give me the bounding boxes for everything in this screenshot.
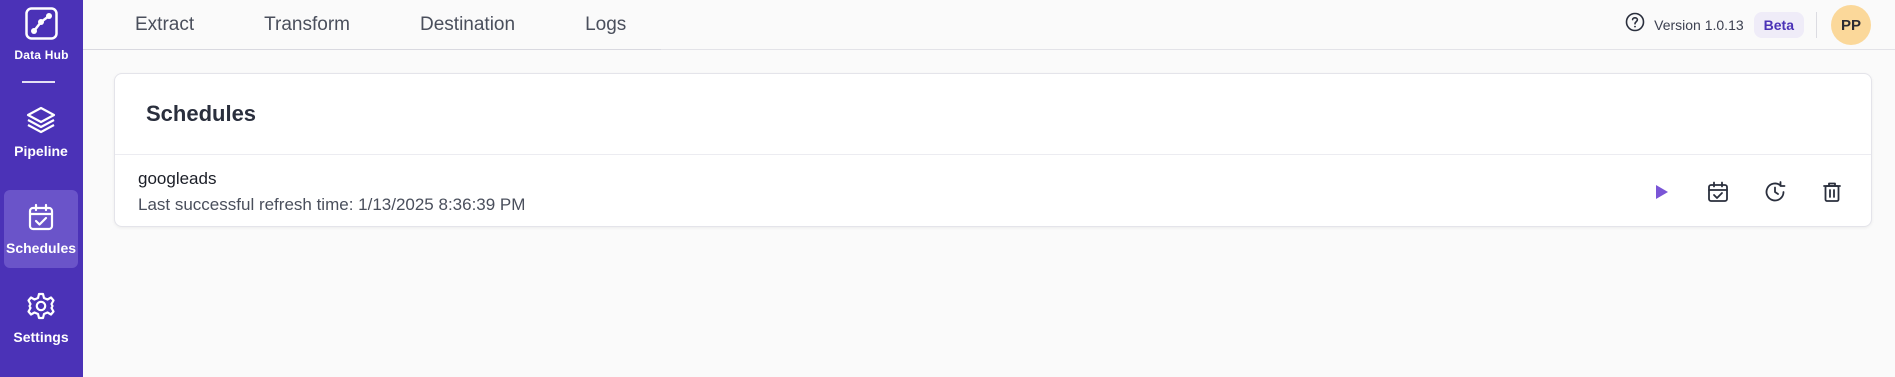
topbar: Extract Transform Destination Logs Versi… (83, 0, 1895, 50)
tab-logs[interactable]: Logs (550, 0, 661, 49)
topbar-right: Version 1.0.13 Beta PP (1624, 5, 1871, 45)
topbar-divider (1816, 12, 1817, 38)
tab-transform[interactable]: Transform (229, 0, 385, 49)
help-icon[interactable] (1624, 11, 1646, 33)
schedule-info: googleads Last successful refresh time: … (138, 169, 525, 215)
last-refresh-text: Last successful refresh time: 1/13/2025 … (138, 195, 526, 214)
schedule-name: googleads (138, 169, 217, 188)
page-title: Schedules (146, 101, 257, 126)
calendar-check-icon (26, 202, 56, 232)
row-actions (1619, 177, 1847, 207)
avatar[interactable]: PP (1831, 5, 1871, 45)
brand-label: Data Hub (14, 48, 69, 62)
schedules-card: Schedules googleads Last successful refr… (114, 73, 1872, 227)
sidebar: Data Hub Pipeline Schedules Settings (0, 0, 83, 377)
data-hub-logo-icon (25, 7, 58, 40)
history-icon[interactable] (1760, 177, 1790, 207)
play-icon[interactable] (1646, 177, 1676, 207)
sidebar-divider (22, 81, 55, 83)
beta-badge: Beta (1753, 12, 1804, 38)
sidebar-item-label: Pipeline (14, 143, 68, 159)
calendar-check-icon[interactable] (1703, 177, 1733, 207)
tab-destination[interactable]: Destination (385, 0, 550, 49)
card-header: Schedules (115, 74, 1871, 155)
gear-icon (26, 291, 56, 321)
tab-bar: Extract Transform Destination Logs (83, 0, 662, 50)
app-root: Data Hub Pipeline Schedules Settings Ext… (0, 0, 1895, 377)
trash-icon[interactable] (1817, 177, 1847, 207)
list-item: googleads Last successful refresh time: … (115, 155, 1871, 227)
tab-extract[interactable]: Extract (83, 0, 229, 49)
brand[interactable]: Data Hub (0, 7, 83, 62)
sidebar-item-pipeline[interactable]: Pipeline (4, 93, 78, 171)
version-label: Version 1.0.13 (1654, 17, 1744, 33)
sidebar-item-schedules[interactable]: Schedules (4, 190, 78, 268)
sidebar-item-settings[interactable]: Settings (4, 279, 78, 357)
sidebar-item-label: Settings (13, 329, 69, 345)
layers-icon (25, 105, 57, 135)
sidebar-item-label: Schedules (5, 240, 77, 256)
